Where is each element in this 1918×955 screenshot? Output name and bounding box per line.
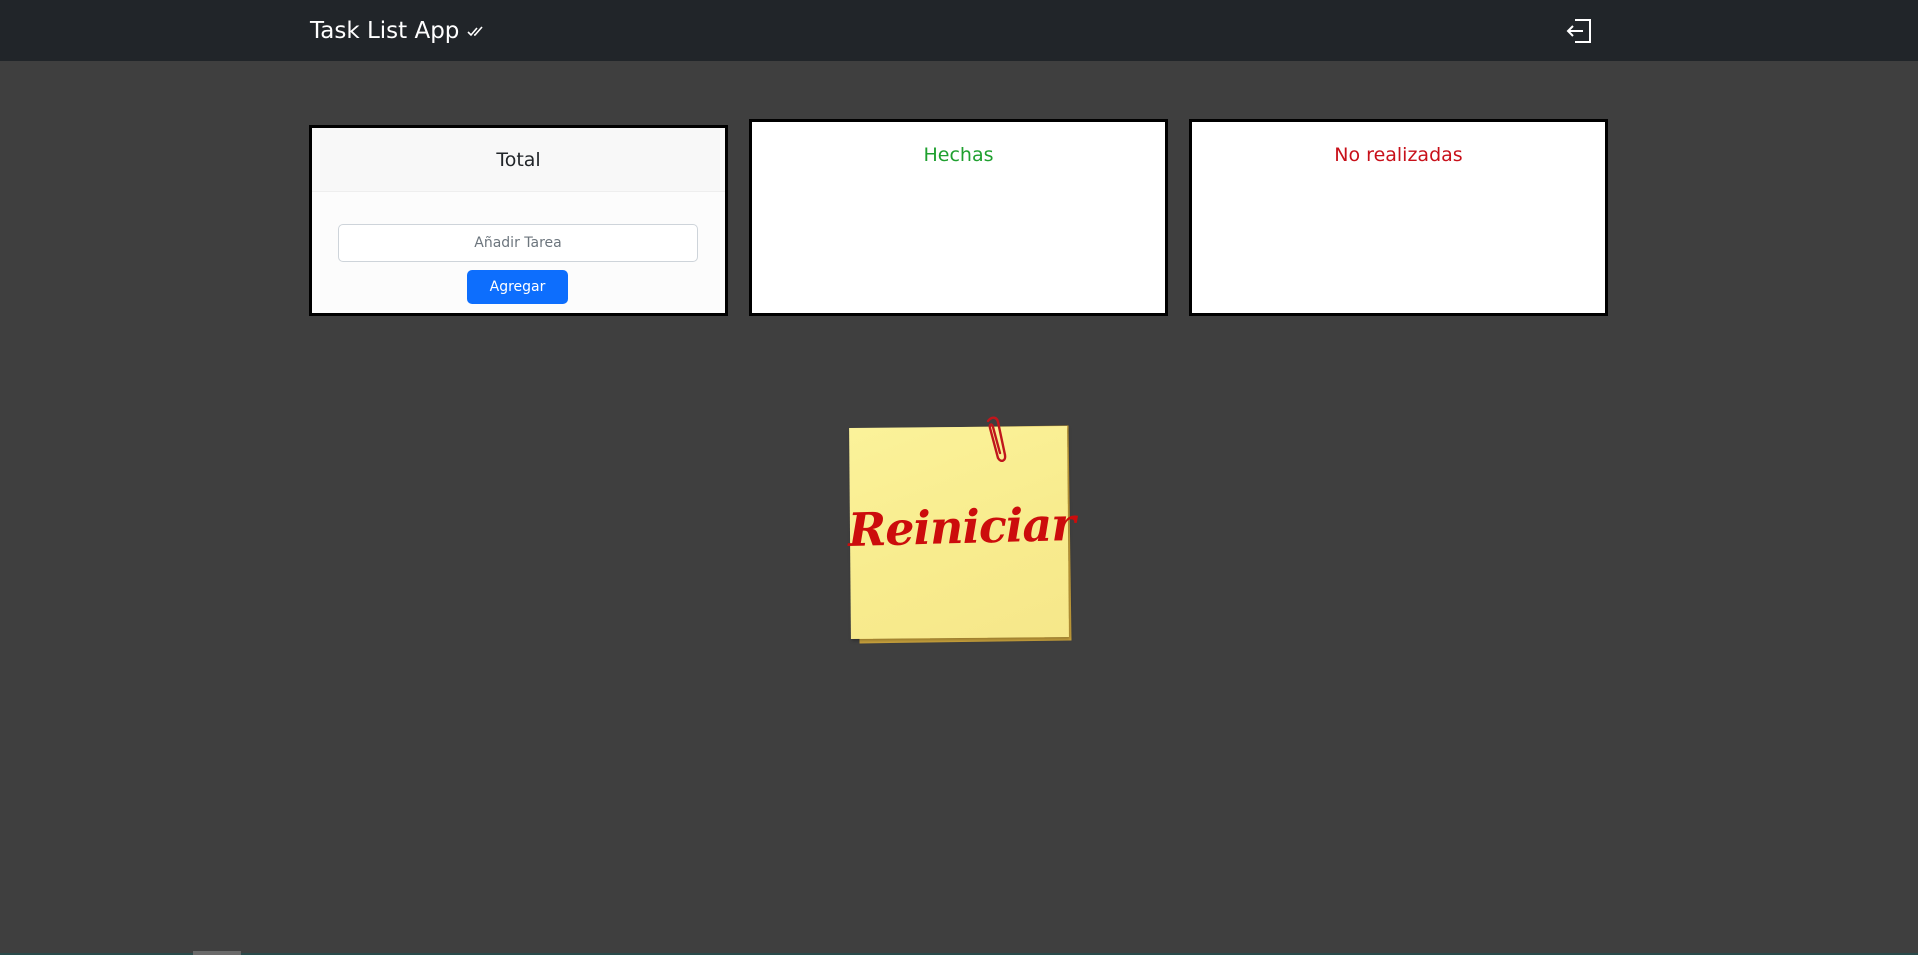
total-title: Total	[496, 149, 541, 171]
not-done-title: No realizadas	[1334, 144, 1463, 166]
not-done-card: No realizadas	[1189, 119, 1608, 316]
reset-label: Reiniciar	[847, 497, 1076, 557]
done-title: Hechas	[923, 144, 994, 166]
add-task-button[interactable]: Agregar	[467, 270, 568, 304]
total-card: Total Agregar	[309, 125, 728, 316]
paperclip-icon	[976, 415, 1008, 475]
brand[interactable]: Task List App	[310, 16, 485, 46]
horizontal-scrollbar[interactable]	[193, 951, 241, 955]
logout-icon[interactable]	[1564, 17, 1594, 45]
brand-title: Task List App	[310, 18, 460, 44]
double-check-icon	[467, 16, 485, 46]
done-card: Hechas	[749, 119, 1168, 316]
navbar: Task List App	[0, 0, 1918, 61]
add-task-input[interactable]	[338, 224, 698, 262]
reset-button[interactable]: Reiniciar	[847, 415, 1076, 645]
